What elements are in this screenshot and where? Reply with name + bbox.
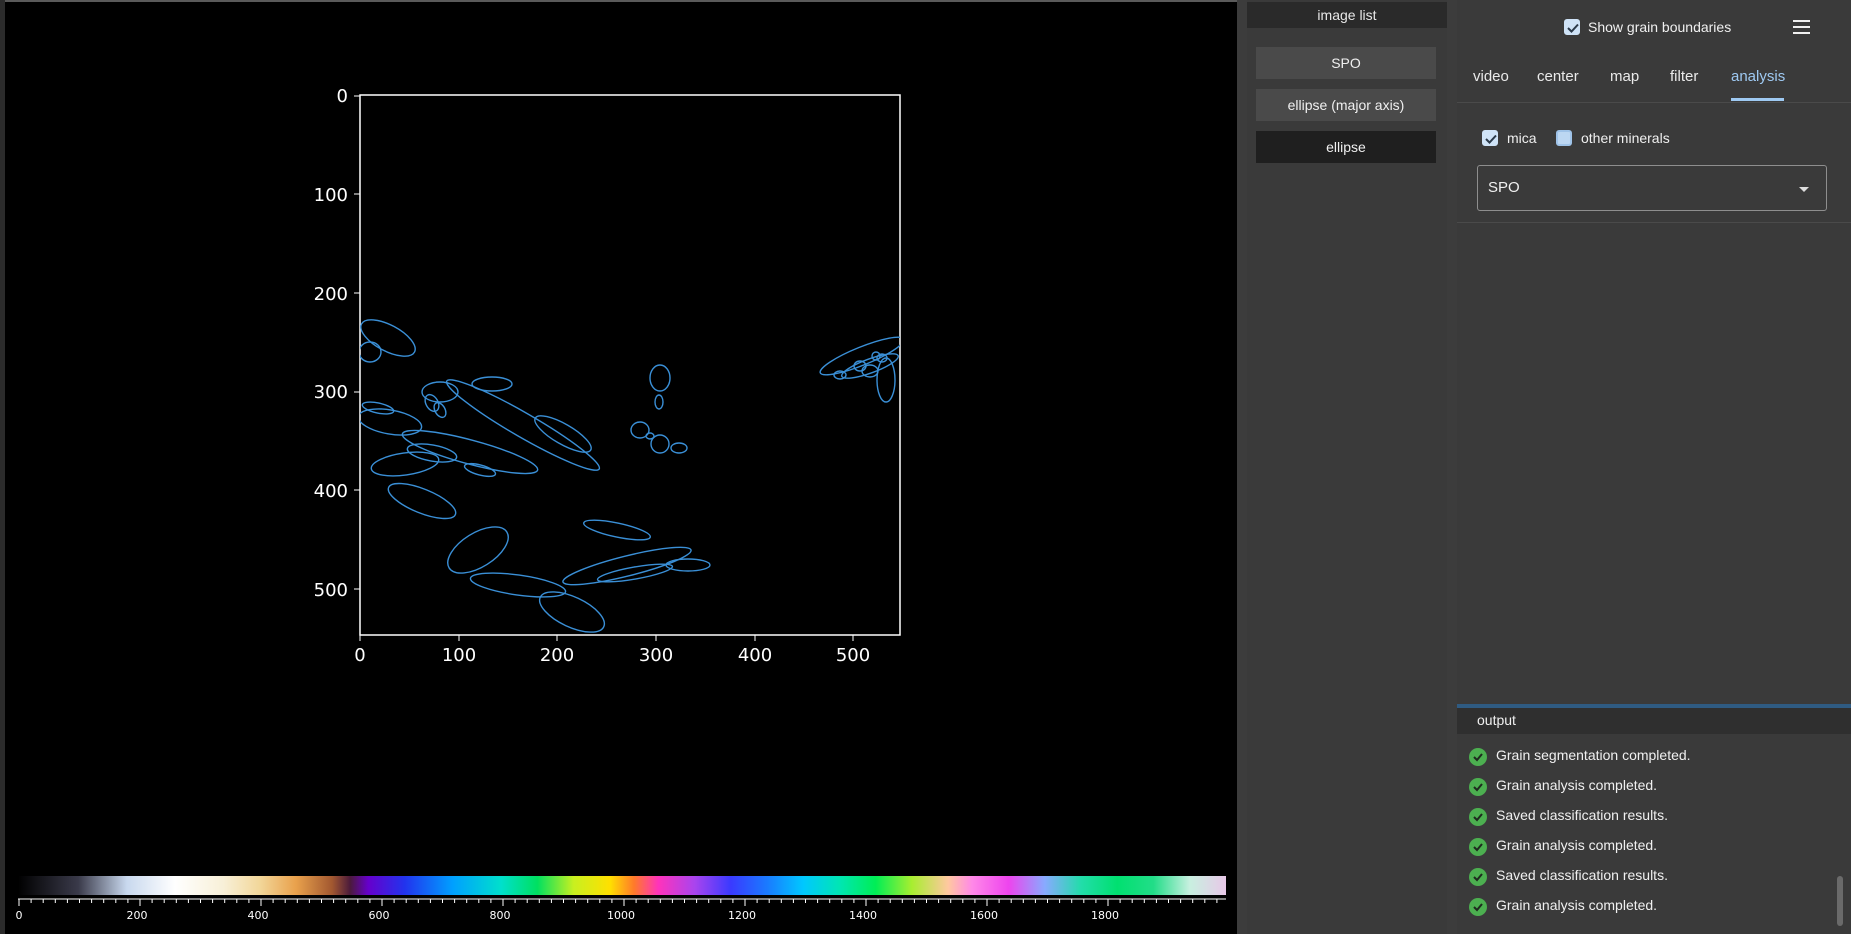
success-check-icon [1469, 838, 1487, 856]
log-entry: Saved classification results. [1457, 804, 1851, 834]
success-check-icon [1469, 868, 1487, 886]
colorbar-label: 1600 [970, 909, 998, 922]
mica-label: mica [1507, 130, 1537, 146]
hamburger-menu-icon[interactable] [1791, 17, 1813, 35]
tab-analysis[interactable]: analysis [1731, 54, 1785, 102]
colorbar-label: 1400 [849, 909, 877, 922]
output-scrollbar[interactable] [1837, 876, 1843, 926]
image-list-panel: image list SPO ellipse (major axis) elli… [1247, 0, 1447, 934]
colorbar-label: 1000 [607, 909, 635, 922]
analysis-method-value: SPO [1488, 179, 1520, 196]
image-list-item-ellipse-major-axis[interactable]: ellipse (major axis) [1256, 89, 1436, 121]
control-panel: Show grain boundaries video center map f… [1457, 0, 1851, 934]
log-message: Grain segmentation completed. [1496, 747, 1691, 763]
check-icon [1485, 134, 1497, 144]
log-message: Saved classification results. [1496, 867, 1668, 883]
log-entry: Saved classification results. [1457, 864, 1851, 894]
show-grain-boundaries-checkbox[interactable] [1564, 19, 1580, 35]
log-entry: Grain analysis completed. [1457, 834, 1851, 864]
image-list-item-ellipse[interactable]: ellipse [1256, 131, 1436, 163]
output-title: output [1477, 712, 1516, 728]
log-message: Grain analysis completed. [1496, 837, 1658, 853]
success-check-icon [1469, 748, 1487, 766]
other-minerals-label: other minerals [1581, 130, 1670, 146]
log-message: Grain analysis completed. [1496, 897, 1658, 913]
image-list-item-spo[interactable]: SPO [1256, 47, 1436, 79]
colorbar-label: 600 [369, 909, 390, 922]
mica-checkbox[interactable] [1482, 130, 1498, 146]
image-list-header: image list [1247, 2, 1447, 28]
analysis-method-select[interactable]: SPO [1477, 165, 1827, 211]
chevron-down-icon [1799, 187, 1809, 192]
image-viewer: 0 100 200 300 400 500 0 100 200 300 400 … [0, 0, 1237, 934]
panel-divider [1457, 222, 1851, 223]
tab-filter[interactable]: filter [1670, 54, 1698, 102]
tab-map[interactable]: map [1610, 54, 1639, 102]
show-grain-boundaries-label: Show grain boundaries [1588, 19, 1732, 35]
active-tab-indicator [1731, 98, 1784, 101]
check-icon [1567, 23, 1579, 33]
colorbar-label: 400 [248, 909, 269, 922]
log-entry: Grain analysis completed. [1457, 894, 1851, 924]
log-entry: Grain segmentation completed. [1457, 744, 1851, 774]
colorbar-labels: 0 200 400 600 800 1000 1200 1400 1600 18… [16, 909, 1120, 922]
log-entry: Grain analysis completed. [1457, 774, 1851, 804]
output-header: output [1457, 708, 1851, 734]
colorbar-label: 200 [127, 909, 148, 922]
tab-center[interactable]: center [1537, 54, 1579, 102]
log-message: Saved classification results. [1496, 807, 1668, 823]
colorbar-label: 800 [490, 909, 511, 922]
success-check-icon [1469, 778, 1487, 796]
colorbar: 0 200 400 600 800 1000 1200 1400 1600 18… [16, 876, 1226, 922]
tab-bar: video center map filter analysis [1457, 54, 1851, 103]
colorbar-label: 0 [16, 909, 23, 922]
panel-topbar: Show grain boundaries [1457, 0, 1851, 52]
colorbar-ticks [18, 899, 1218, 906]
colorbar-gradient [18, 876, 1226, 895]
log-message: Grain analysis completed. [1496, 777, 1658, 793]
colorbar-label: 1200 [728, 909, 756, 922]
colorbar-label: 1800 [1091, 909, 1119, 922]
other-minerals-checkbox[interactable] [1556, 130, 1572, 146]
success-check-icon [1469, 898, 1487, 916]
tab-video[interactable]: video [1473, 54, 1509, 102]
success-check-icon [1469, 808, 1487, 826]
